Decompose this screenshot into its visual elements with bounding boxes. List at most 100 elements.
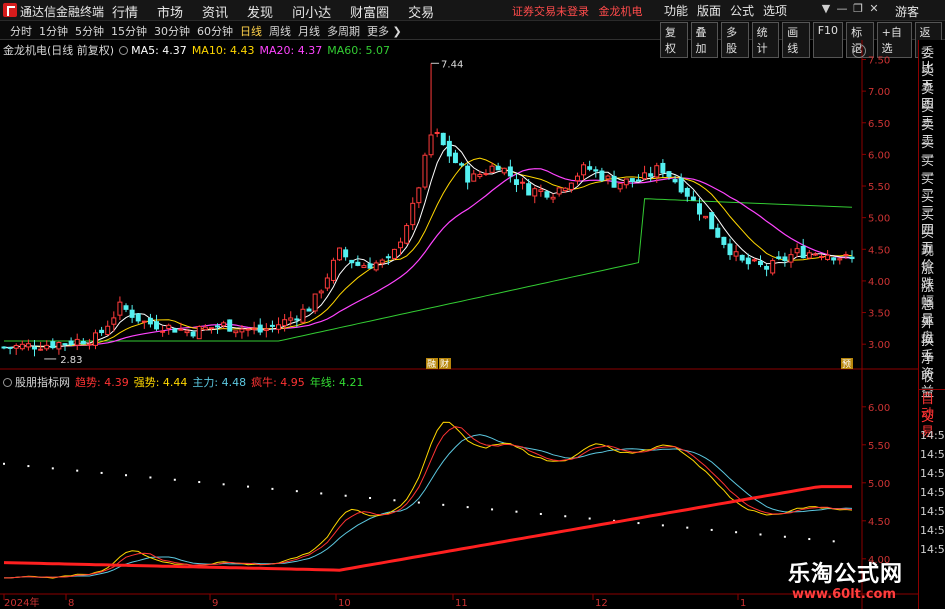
chart-annotations: 7.44 2.83 融财 预 xyxy=(44,59,853,370)
ma20-label: MA20: 4.37 xyxy=(259,43,323,57)
annual-dot xyxy=(661,524,664,527)
candle-body xyxy=(361,265,367,269)
annual-dot xyxy=(344,494,347,497)
menu-item-formula[interactable]: 公式 xyxy=(730,2,754,19)
close-circle-icon[interactable]: ✕ xyxy=(852,44,866,58)
period-tab[interactable]: 60分钟 xyxy=(197,23,233,39)
period-tab[interactable]: 月线 xyxy=(298,23,320,39)
candle-body xyxy=(648,173,654,177)
menu-item-options[interactable]: 选项 xyxy=(763,2,787,19)
menu-item-layout[interactable]: 版面 xyxy=(697,2,721,19)
kline-chart[interactable]: 7.50 7.00 6.50 6.00 5.50 5.00 4.50 4.00 3.50 3.00… xyxy=(0,40,918,609)
time-tick-label: 8 xyxy=(68,598,74,609)
candle-body xyxy=(507,166,513,177)
panel-divider xyxy=(919,389,945,390)
annual-dot xyxy=(27,465,30,468)
annual-dot xyxy=(222,483,225,486)
candle-body xyxy=(782,256,788,262)
indicator-tick-label: 5.00 xyxy=(868,479,890,490)
candle-body xyxy=(111,317,117,325)
candle-body xyxy=(550,196,556,200)
candle-body xyxy=(690,196,696,201)
tick-time: 14:56 xyxy=(920,543,945,556)
period-tab-more[interactable]: 更多 ❯ xyxy=(367,23,402,39)
indicator-settings-icon[interactable] xyxy=(3,377,12,387)
period-tab[interactable]: 多周期 xyxy=(327,23,360,39)
candle-body xyxy=(25,343,31,348)
candle-body xyxy=(190,331,196,337)
period-tab[interactable]: 分时 xyxy=(10,23,32,39)
menu-item-function[interactable]: 功能 xyxy=(664,2,688,19)
candle-body xyxy=(715,227,721,238)
annual-dot xyxy=(149,476,152,479)
candle-body xyxy=(312,293,318,312)
indicator-legend: 股朋指标网 趋势: 4.39 强势: 4.44 主力: 4.48 疯牛: 4.9… xyxy=(3,374,369,390)
guest-label[interactable]: 游客 xyxy=(895,3,919,20)
menu-item-trade[interactable]: 交易 xyxy=(408,2,434,21)
candle-body xyxy=(215,325,221,328)
annual-dot xyxy=(637,522,640,525)
candle-body xyxy=(398,241,404,249)
period-tab[interactable]: 15分钟 xyxy=(111,23,147,39)
candle-body xyxy=(751,259,757,262)
period-tab[interactable]: 30分钟 xyxy=(154,23,190,39)
trade-login-status[interactable]: 证券交易未登录 xyxy=(512,5,589,18)
candle-body xyxy=(825,254,831,260)
strength-label: 强势: 4.44 xyxy=(133,376,188,389)
annual-dot xyxy=(783,535,786,538)
candlesticks xyxy=(1,63,855,357)
candle-body xyxy=(288,317,294,321)
candle-body xyxy=(117,301,123,316)
menu-item-market[interactable]: 市场 xyxy=(157,2,183,21)
minimize-icon[interactable]: — xyxy=(836,3,848,15)
candle-body xyxy=(678,177,684,193)
quote-panel: 委比 卖五 卖四 卖三 卖二 卖一 买一 买二 买三 买四 买五 现价 涨跌 涨… xyxy=(918,40,945,609)
right-menu: 功能 版面 公式 选项 xyxy=(664,2,796,19)
annual-dot xyxy=(417,501,420,504)
candle-body xyxy=(251,328,257,331)
candle-body xyxy=(300,308,306,323)
candle-body xyxy=(831,257,837,261)
tick-time: 14:56 xyxy=(920,448,945,461)
period-tab[interactable]: 周线 xyxy=(269,23,291,39)
menu-item-news[interactable]: 资讯 xyxy=(202,2,228,21)
candle-body xyxy=(355,261,361,266)
annual-dot xyxy=(3,462,5,465)
candle-body xyxy=(733,251,739,257)
indicator-title[interactable]: 股朋指标网 xyxy=(15,374,70,390)
dropdown-icon[interactable]: ▼ xyxy=(820,3,832,15)
menu-item-wealth[interactable]: 财富圈 xyxy=(350,2,389,21)
candle-body xyxy=(495,165,501,171)
price-tick-label: 6.50 xyxy=(868,119,890,130)
candle-body xyxy=(696,203,702,215)
candle-body xyxy=(184,330,190,334)
ma20-line xyxy=(4,168,853,349)
candle-body xyxy=(446,140,452,157)
settings-circle-icon[interactable] xyxy=(119,45,129,55)
period-tab[interactable]: 5分钟 xyxy=(75,23,104,39)
candle-body xyxy=(562,187,568,192)
candle-body xyxy=(684,187,690,197)
menu-item-ask[interactable]: 问小达 xyxy=(292,2,331,21)
annual-dot xyxy=(100,471,103,474)
candle-body xyxy=(483,173,489,176)
annual-dot xyxy=(173,478,176,481)
menu-item-discover[interactable]: 发现 xyxy=(247,2,273,21)
candle-body xyxy=(324,277,330,289)
close-icon[interactable]: ✕ xyxy=(868,3,880,15)
tick-time: 14:56 xyxy=(920,467,945,480)
trade-status[interactable]: 证券交易未登录 金龙机电 xyxy=(512,3,643,19)
candle-body xyxy=(574,175,580,182)
period-tab-daily[interactable]: 日线 xyxy=(240,23,262,39)
candle-body xyxy=(617,182,623,190)
tick-time: 14:56 xyxy=(920,429,945,442)
candle-body xyxy=(660,162,666,174)
candle-body xyxy=(93,332,98,346)
price-tick-label: 5.50 xyxy=(868,182,890,193)
restore-icon[interactable]: ❐ xyxy=(852,3,864,15)
candle-body xyxy=(721,236,727,245)
menu-item-quotes[interactable]: 行情 xyxy=(112,2,138,21)
candle-body xyxy=(452,152,458,164)
period-tab[interactable]: 1分钟 xyxy=(39,23,68,39)
candle-body xyxy=(208,327,214,330)
